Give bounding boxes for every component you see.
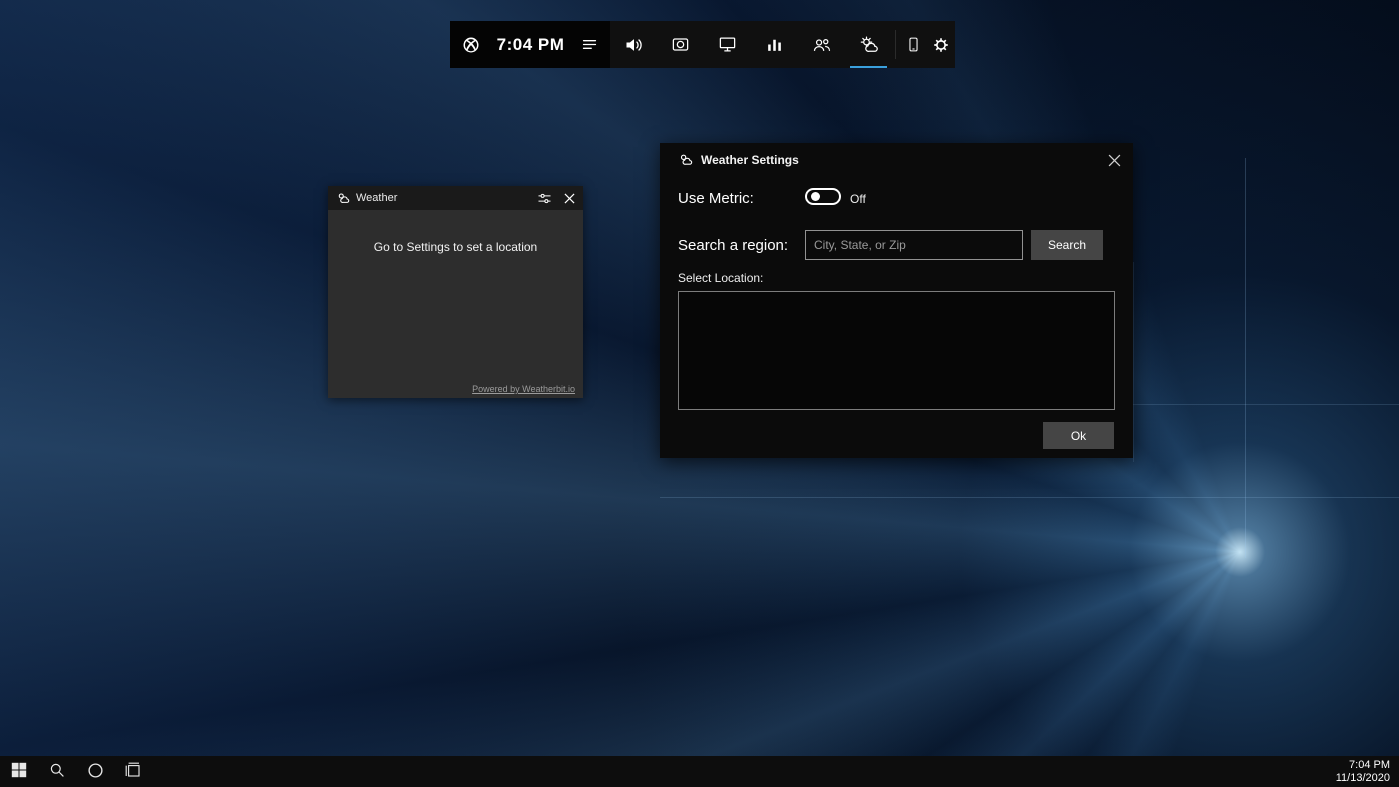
phone-widget-button[interactable] — [899, 21, 927, 68]
taskbar-search-button[interactable] — [38, 756, 76, 787]
capture-icon — [671, 35, 690, 54]
capture-widget-button[interactable] — [657, 21, 704, 68]
select-location-label: Select Location: — [678, 271, 763, 285]
search-button[interactable]: Search — [1031, 230, 1103, 260]
performance-icon — [765, 35, 784, 54]
xbox-game-bar: 7:04 PM — [450, 21, 955, 68]
ok-button[interactable]: Ok — [1043, 422, 1114, 449]
desktop-screen: 7:04 PM — [0, 0, 1399, 787]
xbox-logo-icon[interactable] — [462, 36, 480, 54]
region-search-input[interactable] — [805, 230, 1023, 260]
looking-for-group-widget-button[interactable] — [798, 21, 845, 68]
weather-widget-titlebar[interactable]: Weather — [328, 186, 583, 210]
widget-menu-icon[interactable] — [581, 36, 598, 53]
game-bar-clock: 7:04 PM — [497, 35, 565, 55]
weather-settings-titlebar: Weather Settings — [660, 143, 1133, 167]
weather-icon — [336, 191, 350, 205]
taskbar-time: 7:04 PM — [1336, 759, 1390, 772]
phone-icon — [905, 36, 922, 53]
search-icon — [49, 762, 65, 781]
performance-widget-button[interactable] — [751, 21, 798, 68]
powered-by-link[interactable]: Powered by Weatherbit.io — [472, 384, 575, 394]
game-bar-divider — [895, 30, 896, 59]
use-metric-toggle[interactable] — [805, 188, 841, 205]
weather-widget-body: Go to Settings to set a location Powered… — [328, 210, 583, 398]
weather-icon — [678, 152, 693, 167]
game-bar-main-section: 7:04 PM — [450, 21, 610, 68]
wallpaper-light-line — [1133, 262, 1134, 462]
audio-widget-button[interactable] — [610, 21, 657, 68]
search-region-label: Search a region: — [678, 237, 788, 254]
weather-widget-actions — [537, 191, 575, 206]
taskbar-date: 11/13/2020 — [1336, 772, 1390, 785]
start-button[interactable] — [0, 756, 38, 787]
weather-widget-title: Weather — [356, 192, 397, 204]
weather-settings-dialog: Weather Settings Use Metric: Off Search … — [660, 143, 1133, 458]
looking-for-group-icon — [812, 35, 832, 55]
weather-widget-window: Weather Go to Settings to set a location… — [328, 186, 583, 398]
weather-widget-close-icon[interactable] — [564, 193, 575, 204]
broadcast-widget-button[interactable] — [704, 21, 751, 68]
task-view-icon — [125, 762, 141, 781]
task-view-button[interactable] — [114, 756, 152, 787]
use-metric-state: Off — [850, 192, 866, 206]
cortana-button[interactable] — [76, 756, 114, 787]
weather-icon — [859, 35, 879, 55]
use-metric-label: Use Metric: — [678, 190, 754, 207]
audio-icon — [624, 35, 644, 55]
weather-widget-message: Go to Settings to set a location — [328, 210, 583, 254]
taskbar-clock[interactable]: 7:04 PM 11/13/2020 — [1336, 759, 1399, 785]
windows-logo-icon — [11, 762, 27, 781]
broadcast-icon — [718, 35, 737, 54]
location-listbox[interactable] — [678, 291, 1115, 410]
wallpaper-light-line — [1133, 404, 1399, 405]
wallpaper-light-line — [1245, 158, 1246, 558]
taskbar: 7:04 PM 11/13/2020 — [0, 756, 1399, 787]
toggle-knob — [811, 192, 820, 201]
weather-widget-button[interactable] — [845, 21, 892, 68]
wallpaper-light-line — [660, 497, 1399, 498]
settings-gear-icon — [932, 36, 950, 54]
game-bar-settings-button[interactable] — [927, 21, 955, 68]
weather-widget-settings-icon[interactable] — [537, 191, 552, 206]
weather-settings-close-icon[interactable] — [1104, 150, 1124, 170]
game-bar-widget-strip — [610, 21, 955, 68]
weather-settings-title: Weather Settings — [701, 153, 799, 167]
cortana-circle-icon — [87, 762, 104, 782]
